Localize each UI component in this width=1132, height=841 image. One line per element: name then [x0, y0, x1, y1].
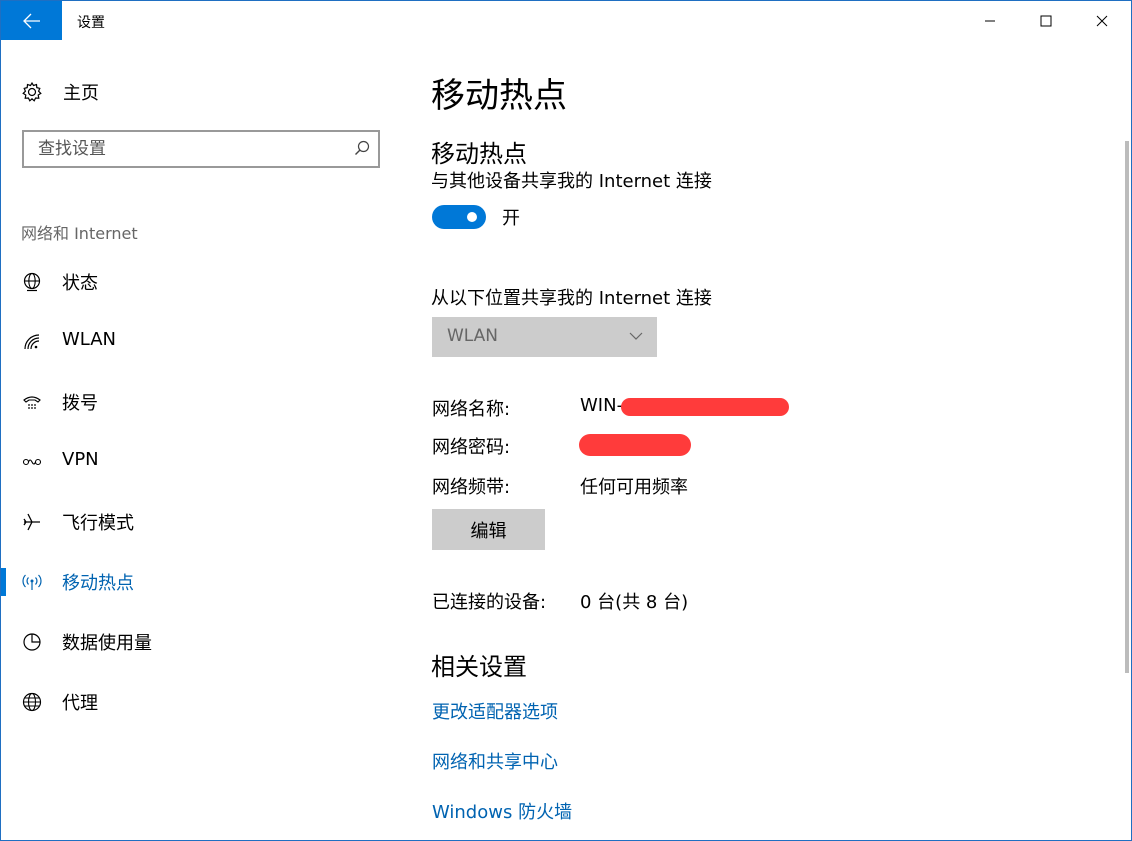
settings-window: 设置 主页 网络和 Internet — [0, 0, 1132, 841]
toggle-knob — [467, 212, 477, 222]
share-source-label: 从以下位置共享我的 Internet 连接 — [431, 288, 712, 309]
sidebar-item-label: 代理 — [62, 693, 98, 714]
sidebar-item-proxy[interactable]: 代理 — [1, 680, 401, 724]
sidebar-item-label: 飞行模式 — [62, 513, 134, 534]
network-password-label: 网络密码: — [432, 437, 511, 458]
share-description: 与其他设备共享我的 Internet 连接 — [431, 171, 712, 192]
minimize-button[interactable] — [967, 1, 1013, 40]
globe-status-icon — [21, 271, 43, 293]
connected-devices-label: 已连接的设备: — [432, 592, 547, 613]
close-icon — [1096, 15, 1108, 26]
wifi-icon — [21, 331, 43, 353]
toggle-state-label: 开 — [502, 208, 520, 229]
vpn-icon — [21, 451, 43, 473]
network-band-value: 任何可用频率 — [580, 477, 688, 498]
search-icon[interactable] — [354, 140, 370, 156]
edit-button[interactable]: 编辑 — [432, 509, 545, 550]
title-bar: 设置 — [1, 1, 1131, 40]
gear-icon — [22, 81, 42, 102]
scrollbar[interactable] — [1125, 141, 1129, 673]
chevron-down-icon — [629, 332, 643, 340]
link-adapter-options[interactable]: 更改适配器选项 — [432, 698, 558, 724]
sidebar-item-vpn[interactable]: VPN — [1, 440, 401, 484]
network-name-label: 网络名称: — [432, 399, 511, 420]
network-band-label: 网络频带: — [432, 477, 511, 498]
page-title: 移动热点 — [431, 76, 567, 116]
related-settings-title: 相关设置 — [431, 653, 527, 681]
share-source-select[interactable]: WLAN — [432, 317, 657, 357]
globe-icon — [21, 691, 43, 713]
sidebar-item-dialup[interactable]: 拨号 — [1, 380, 401, 424]
sidebar-item-home-label: 主页 — [63, 83, 99, 104]
link-windows-firewall[interactable]: Windows 防火墙 — [432, 798, 572, 824]
sidebar-item-label: VPN — [62, 449, 99, 470]
sidebar-item-wlan[interactable]: WLAN — [1, 320, 401, 364]
network-name-redaction — [621, 398, 789, 416]
dialup-icon — [21, 391, 43, 413]
network-password-redaction — [579, 434, 691, 456]
sidebar: 主页 网络和 Internet 状态 — [1, 40, 401, 840]
sidebar-item-label: 拨号 — [62, 393, 98, 414]
sidebar-item-label: WLAN — [62, 329, 117, 350]
minimize-icon — [985, 20, 995, 21]
close-button[interactable] — [1079, 1, 1125, 40]
sidebar-item-home[interactable]: 主页 — [21, 80, 99, 104]
sidebar-item-label: 状态 — [62, 273, 98, 294]
arrow-left-icon — [22, 13, 40, 28]
hotspot-section-title: 移动热点 — [431, 140, 527, 168]
network-name-value: WIN- — [580, 395, 624, 416]
connected-devices-value: 0 台(共 8 台) — [580, 592, 689, 613]
airplane-icon — [21, 511, 43, 533]
link-sharing-center[interactable]: 网络和共享中心 — [432, 748, 558, 774]
sidebar-item-label: 移动热点 — [62, 573, 134, 594]
sidebar-item-airplane[interactable]: 飞行模式 — [1, 500, 401, 544]
sidebar-item-status[interactable]: 状态 — [1, 260, 401, 304]
window-title: 设置 — [77, 15, 105, 31]
main-content: 移动热点 移动热点 与其他设备共享我的 Internet 连接 开 从以下位置共… — [401, 40, 1121, 840]
sidebar-item-data-usage[interactable]: 数据使用量 — [1, 620, 401, 664]
data-usage-icon — [21, 631, 43, 653]
section-label-network: 网络和 Internet — [21, 224, 138, 243]
sidebar-item-hotspot[interactable]: 移动热点 — [1, 560, 401, 604]
hotspot-toggle[interactable] — [432, 205, 486, 229]
search-input[interactable] — [24, 132, 344, 166]
hotspot-icon — [21, 571, 43, 593]
share-source-value: WLAN — [447, 326, 499, 346]
maximize-icon — [1040, 15, 1052, 26]
back-button[interactable] — [1, 1, 62, 40]
sidebar-item-label: 数据使用量 — [62, 633, 152, 654]
search-box — [22, 130, 380, 168]
maximize-button[interactable] — [1023, 1, 1069, 40]
